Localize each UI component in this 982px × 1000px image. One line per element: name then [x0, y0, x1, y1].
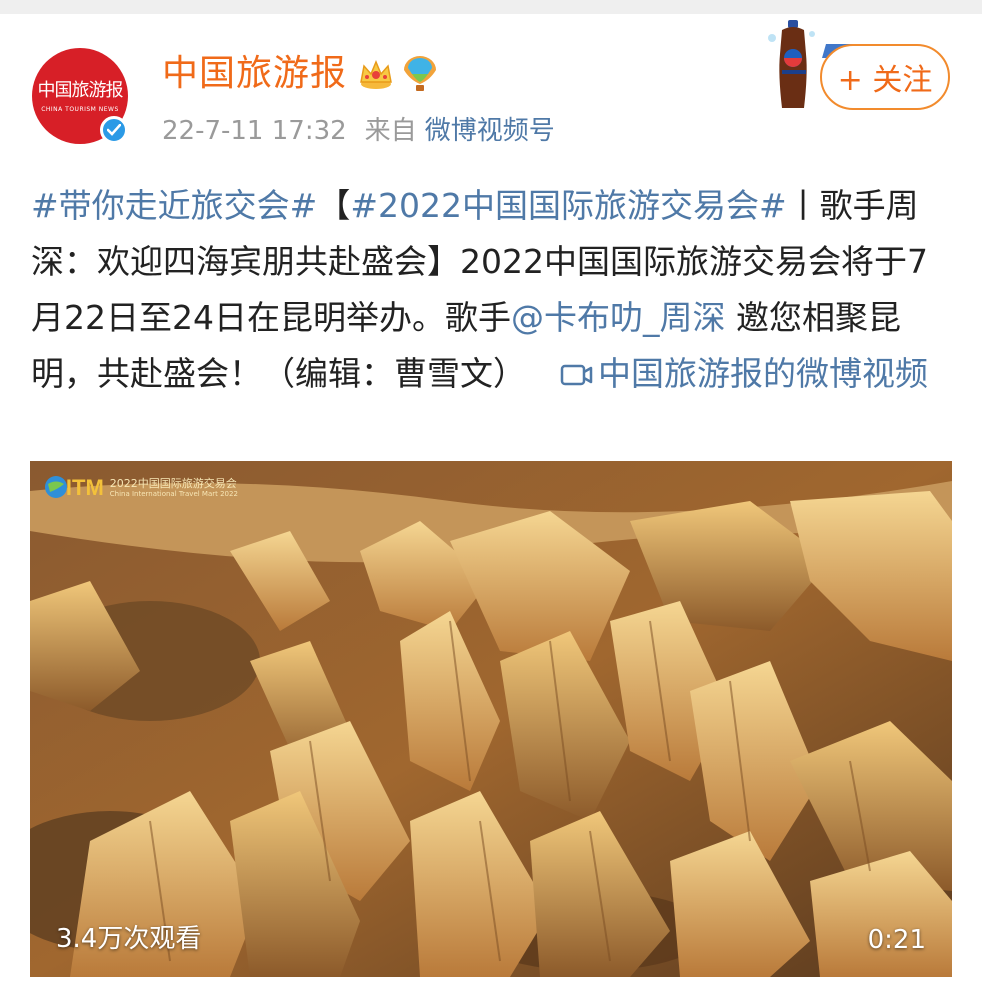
video-thumbnail	[30, 461, 952, 977]
verified-badge-icon	[100, 116, 128, 144]
status-strip	[0, 0, 982, 14]
balloon-badge-icon[interactable]	[400, 54, 440, 94]
post-meta: 22-7-11 17:32 来自 微博视频号	[162, 113, 555, 149]
video-link-label: 中国旅游报的微博视频	[598, 354, 928, 393]
topic-link-2[interactable]: #2022中国国际旅游交易会#	[350, 186, 786, 225]
avatar-logo-subtext: CHINA TOURISM NEWS	[41, 105, 119, 113]
video-link[interactable]: 中国旅游报的微博视频	[526, 354, 928, 393]
mention-link[interactable]: @卡布叻_周深	[511, 298, 726, 337]
follow-button[interactable]: + 关注	[820, 44, 950, 110]
watermark-title: 2022中国国际旅游交易会	[109, 477, 237, 490]
video-link-icon	[526, 354, 598, 393]
avatar-logo-text: 中国旅游报	[37, 79, 124, 101]
video-player[interactable]: CITM 2022中国国际旅游交易会 China International T…	[30, 461, 952, 977]
video-duration: 0:21	[867, 925, 926, 955]
post-time: 22-7-11 17:32	[162, 116, 347, 146]
crown-badge-icon[interactable]	[356, 56, 396, 92]
topic-link-1[interactable]: #带你走近旅交会#	[31, 186, 317, 225]
source-prefix: 来自	[364, 116, 417, 146]
source-link[interactable]: 微博视频号	[425, 116, 555, 146]
post-text: #带你走近旅交会#【#2022中国国际旅游交易会#丨歌手周深：欢迎四海宾朋共赴盛…	[31, 178, 936, 402]
account-name[interactable]: 中国旅游报	[162, 50, 347, 98]
watermark-subtitle: China International Travel Mart 2022	[109, 490, 238, 498]
headline-bracket: 【	[317, 186, 351, 225]
video-watermark: CITM 2022中国国际旅游交易会 China International T…	[44, 475, 238, 501]
view-count: 3.4万次观看	[56, 924, 202, 954]
